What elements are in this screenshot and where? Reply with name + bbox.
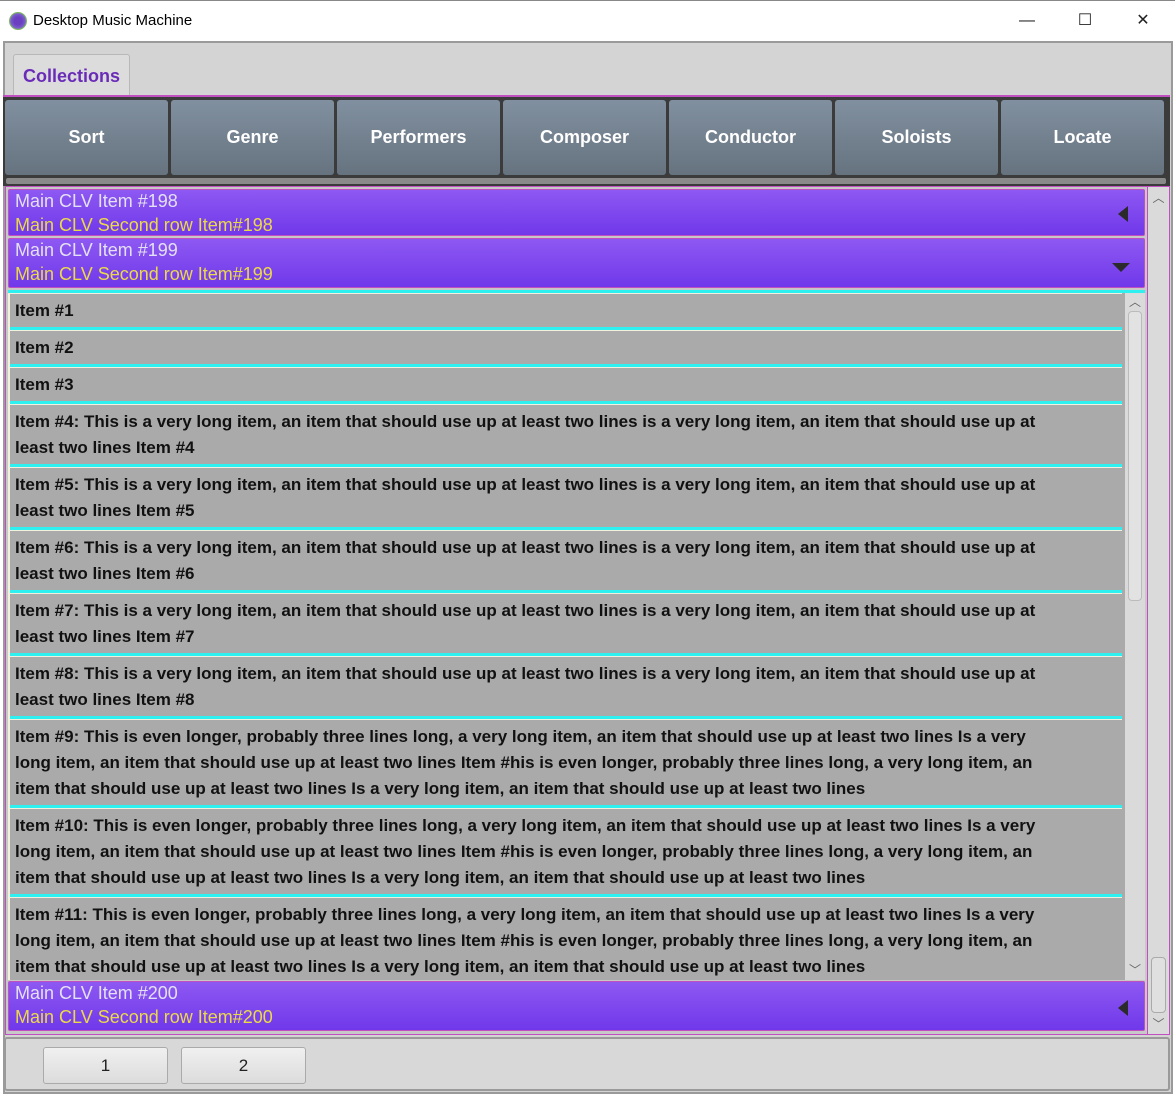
item-text-line: Item #7: This is a very long item, an it… (15, 601, 1036, 620)
list-item[interactable]: Item #7: This is a very long item, an it… (10, 593, 1122, 656)
item-text-line: least two lines Item #8 (15, 690, 195, 709)
maximize-button[interactable]: ☐ (1062, 7, 1108, 35)
scroll-thumb[interactable] (1128, 311, 1142, 601)
list-header-199[interactable]: Main CLV Item #199 Main CLV Second row I… (8, 238, 1145, 288)
item-text-line: Item #4: This is a very long item, an it… (15, 412, 1036, 431)
header-subtitle: Main CLV Second row Item#198 (15, 215, 273, 235)
item-text-line: Item #9: This is even longer, probably t… (15, 727, 1026, 746)
list-item[interactable]: Item #2 (10, 330, 1122, 367)
pager-bar: 1 2 (4, 1037, 1170, 1091)
list-item[interactable]: Item #5: This is a very long item, an it… (10, 467, 1122, 530)
item-text-line: long item, an item that should use up at… (15, 753, 1033, 772)
window-title: Desktop Music Machine (33, 12, 193, 29)
header-title: Main CLV Item #199 (15, 240, 178, 260)
composer-button[interactable]: Composer (503, 100, 666, 175)
item-text-line: Item #2 (15, 338, 74, 357)
conductor-button[interactable]: Conductor (669, 100, 832, 175)
scroll-up-icon[interactable]: ︿ (1148, 189, 1169, 206)
item-text-line: item that should use up at least two lin… (15, 868, 866, 887)
list-header-198[interactable]: Main CLV Item #198 Main CLV Second row I… (8, 189, 1145, 236)
main-list-scrollbar[interactable]: ︿ ﹀ (1147, 187, 1169, 1034)
sub-list-items: Item #1 Item #2 Item #3 Item #4: This is a … (8, 293, 1122, 980)
performers-button[interactable]: Performers (337, 100, 500, 175)
header-title: Main CLV Item #198 (15, 191, 178, 211)
item-text-line: item that should use up at least two lin… (15, 779, 866, 798)
title-bar: Desktop Music Machine — ☐ ✕ (0, 0, 1175, 40)
list-item[interactable]: Item #1 (10, 293, 1122, 330)
item-text-line: long item, an item that should use up at… (15, 931, 1033, 950)
scroll-down-icon[interactable]: ﹀ (1125, 961, 1145, 978)
tab-collections[interactable]: Collections (13, 54, 130, 96)
minimize-button[interactable]: — (1004, 7, 1050, 35)
header-subtitle: Main CLV Second row Item#200 (15, 1007, 273, 1027)
close-button[interactable]: ✕ (1120, 7, 1166, 35)
genre-button[interactable]: Genre (171, 100, 334, 175)
list-item[interactable]: Item #4: This is a very long item, an it… (10, 404, 1122, 467)
list-item[interactable]: Item #3 (10, 367, 1122, 404)
item-text-line: Item #6: This is a very long item, an it… (15, 538, 1036, 557)
sub-list: Item #1 Item #2 Item #3 Item #4: This is a … (8, 290, 1145, 980)
list-header-200[interactable]: Main CLV Item #200 Main CLV Second row I… (8, 981, 1145, 1031)
item-text-line: least two lines Item #6 (15, 564, 195, 583)
item-text-line: Item #3 (15, 375, 74, 394)
list-item[interactable]: Item #9: This is even longer, probably t… (10, 719, 1122, 808)
item-text-line: Item #11: This is even longer, probably … (15, 905, 1035, 924)
app-logo-icon (9, 12, 27, 30)
scroll-thumb[interactable] (1151, 957, 1166, 1013)
sub-list-scrollbar[interactable]: ︿ ﹀ (1125, 293, 1145, 980)
list-item[interactable]: Item #11: This is even longer, probably … (10, 897, 1122, 980)
collapsed-arrow-icon[interactable] (1118, 206, 1128, 222)
soloists-button[interactable]: Soloists (835, 100, 998, 175)
item-text-line: least two lines Item #5 (15, 501, 195, 520)
item-text-line: Item #1 (15, 301, 74, 320)
item-text-line: least two lines Item #4 (15, 438, 195, 457)
item-text-line: least two lines Item #7 (15, 627, 195, 646)
item-text-line: Item #5: This is a very long item, an it… (15, 475, 1036, 494)
locate-button[interactable]: Locate (1001, 100, 1164, 175)
header-subtitle: Main CLV Second row Item#199 (15, 264, 273, 284)
scroll-up-icon[interactable]: ︿ (1125, 293, 1145, 310)
item-text-line: item that should use up at least two lin… (15, 957, 866, 976)
page-2-button[interactable]: 2 (181, 1047, 306, 1084)
toolbar-scrollbar[interactable] (6, 178, 1166, 184)
item-text-line: Item #8: This is a very long item, an it… (15, 664, 1036, 683)
list-item[interactable]: Item #8: This is a very long item, an it… (10, 656, 1122, 719)
main-list: Main CLV Item #198 Main CLV Second row I… (5, 186, 1170, 1035)
item-text-line: Item #10: This is even longer, probably … (15, 816, 1036, 835)
toolbar: Sort Genre Performers Composer Conductor… (3, 95, 1170, 186)
scroll-down-icon[interactable]: ﹀ (1148, 1015, 1169, 1032)
expanded-arrow-icon[interactable] (1112, 263, 1130, 272)
header-title: Main CLV Item #200 (15, 983, 178, 1003)
list-item[interactable]: Item #6: This is a very long item, an it… (10, 530, 1122, 593)
sort-button[interactable]: Sort (5, 100, 168, 175)
page-1-button[interactable]: 1 (43, 1047, 168, 1084)
collapsed-arrow-icon[interactable] (1118, 1000, 1128, 1016)
item-text-line: long item, an item that should use up at… (15, 842, 1033, 861)
list-item[interactable]: Item #10: This is even longer, probably … (10, 808, 1122, 897)
